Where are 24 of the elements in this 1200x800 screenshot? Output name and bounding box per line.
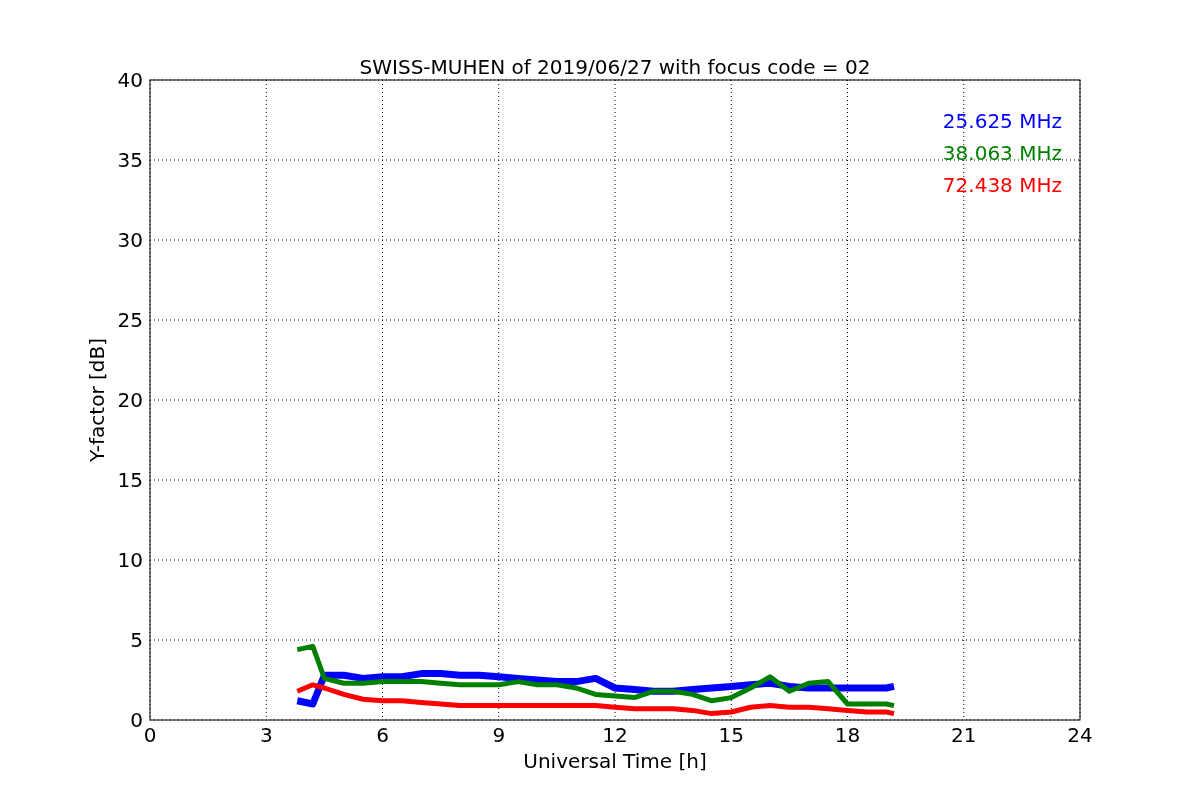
y-tick-label: 40 [117, 68, 143, 92]
y-tick-label: 25 [117, 308, 143, 332]
legend-label: 25.625 MHz [942, 109, 1062, 133]
x-tick-label: 15 [718, 723, 744, 747]
x-tick-label: 3 [259, 723, 273, 747]
legend-label: 72.438 MHz [942, 173, 1062, 197]
x-tick-label: 24 [1067, 723, 1093, 747]
y-tick-label: 20 [117, 388, 143, 412]
x-tick-label: 21 [951, 723, 977, 747]
x-tick-label: 12 [602, 723, 628, 747]
y-axis-label: Y-factor [dB] [85, 338, 109, 462]
y-tick-label: 5 [130, 628, 143, 652]
x-tick-label: 0 [143, 723, 157, 747]
y-tick-label: 0 [130, 708, 143, 732]
y-tick-label: 35 [117, 148, 143, 172]
x-tick-label: 18 [834, 723, 861, 747]
x-tick-label: 9 [492, 723, 506, 747]
legend-label: 38.063 MHz [942, 141, 1062, 165]
x-axis-label: Universal Time [h] [523, 749, 707, 773]
y-tick-label: 30 [117, 228, 143, 252]
x-tick-label: 6 [376, 723, 389, 747]
y-tick-label: 15 [117, 468, 143, 492]
y-tick-label: 10 [117, 548, 143, 572]
chart-title: SWISS-MUHEN of 2019/06/27 with focus code = 02 [359, 55, 871, 79]
